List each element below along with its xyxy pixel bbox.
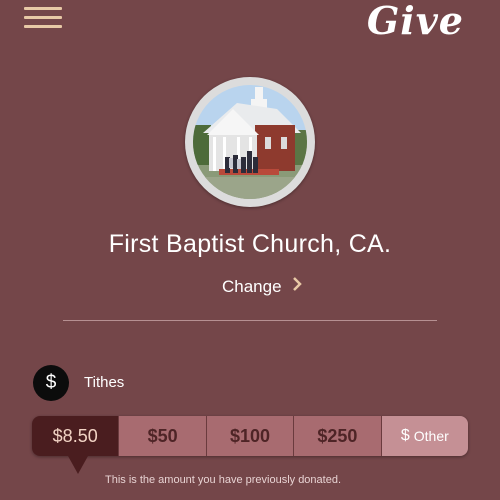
give-logo: Give xyxy=(366,0,464,43)
amount-option[interactable]: $100 xyxy=(206,416,295,456)
other-amount-button[interactable]: $ Other xyxy=(381,416,469,456)
church-name: First Baptist Church, CA. xyxy=(108,230,392,258)
hamburger-menu-icon[interactable] xyxy=(24,7,62,29)
church-photo xyxy=(193,85,307,199)
amount-selector: $8.50 $50 $100 $250 $ Other xyxy=(32,416,469,474)
amount-option-selected[interactable]: $8.50 xyxy=(32,416,120,474)
divider xyxy=(63,320,437,321)
church-avatar xyxy=(185,77,315,207)
amount-option[interactable]: $250 xyxy=(294,416,382,456)
other-dollar-symbol: $ xyxy=(400,427,410,444)
dollar-icon: $ xyxy=(33,365,69,401)
change-church-button[interactable]: Change xyxy=(222,276,302,297)
previous-donation-note: This is the amount you have previously d… xyxy=(104,474,342,486)
other-label: Other xyxy=(413,428,449,444)
amount-option[interactable]: $50 xyxy=(119,416,207,456)
change-label: Change xyxy=(222,276,282,296)
fund-label[interactable]: Tithes xyxy=(84,374,124,391)
chevron-right-icon xyxy=(292,276,302,297)
